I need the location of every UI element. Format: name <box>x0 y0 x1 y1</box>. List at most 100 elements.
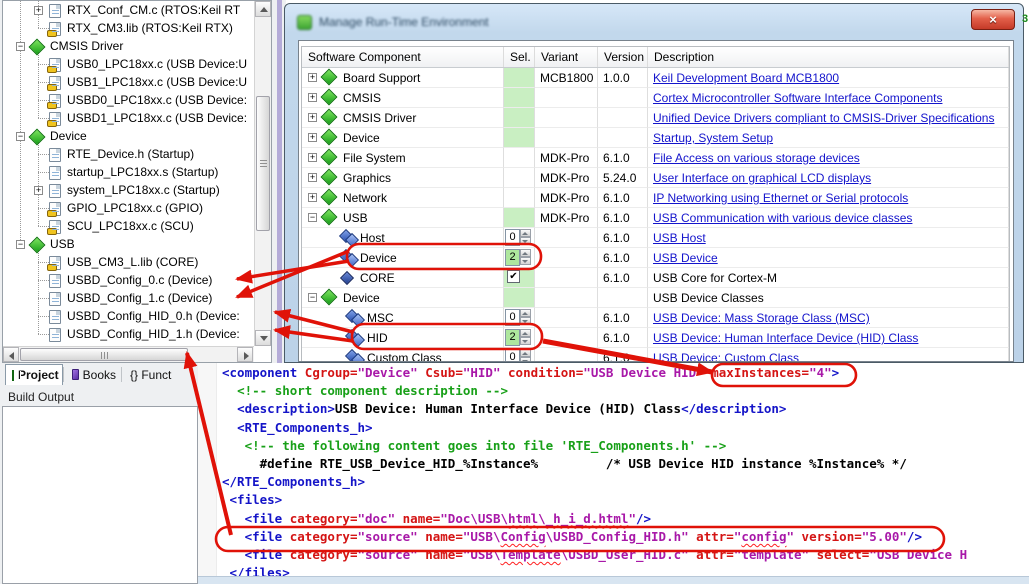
tree-item[interactable]: USB_CM3_L.lib (CORE) <box>3 254 256 272</box>
scroll-right-button[interactable] <box>237 347 253 362</box>
description-link[interactable]: USB Host <box>653 231 706 245</box>
scrollbar-thumb[interactable] <box>256 96 270 231</box>
build-output-panel[interactable] <box>2 406 198 584</box>
tab-books[interactable]: Books <box>66 364 122 385</box>
tree-item[interactable]: USBD_Config_0.c (Device) <box>3 272 256 290</box>
selection-cell[interactable] <box>504 208 535 228</box>
description-link[interactable]: Keil Development Board MCB1800 <box>653 71 839 85</box>
table-row[interactable]: +File SystemMDK-Pro6.1.0File Access on v… <box>302 148 1009 168</box>
selection-cell[interactable]: ✔ <box>504 268 535 288</box>
expand-icon[interactable]: + <box>308 173 317 182</box>
instance-spinner[interactable]: 2 <box>505 329 533 346</box>
description-link[interactable]: IP Networking using Ethernet or Serial p… <box>653 191 908 205</box>
instance-spinner[interactable]: 0 <box>505 309 533 326</box>
selection-cell[interactable] <box>504 108 535 128</box>
collapse-icon[interactable]: − <box>16 42 25 51</box>
select-checkbox[interactable]: ✔ <box>507 270 520 283</box>
table-row[interactable]: Device26.1.0USB Device <box>302 248 1009 268</box>
spinner-down-button[interactable] <box>520 357 531 361</box>
tree-item[interactable]: +RTX_Conf_CM.c (RTOS:Keil RT <box>3 2 256 20</box>
expand-icon[interactable]: + <box>308 153 317 162</box>
spinner-up-button[interactable] <box>520 309 531 317</box>
expand-icon[interactable]: + <box>34 6 43 15</box>
variant-cell[interactable]: MDK-Pro <box>535 148 598 168</box>
table-row[interactable]: Host06.1.0USB Host <box>302 228 1009 248</box>
scroll-down-button[interactable] <box>255 330 271 346</box>
tree-item[interactable]: USBD_Config_HID_1.h (Device: <box>3 326 256 344</box>
instance-spinner[interactable]: 0 <box>505 229 533 246</box>
tree-item[interactable]: USBD_Config_HID_0.h (Device: <box>3 308 256 326</box>
selection-cell[interactable]: 0 <box>504 348 535 361</box>
variant-cell[interactable] <box>535 128 598 148</box>
variant-cell[interactable]: MDK-Pro <box>535 168 598 188</box>
tree-horizontal-scrollbar[interactable] <box>3 346 254 362</box>
description-link[interactable]: USB Device: Custom Class <box>653 351 799 361</box>
selection-cell[interactable] <box>504 88 535 108</box>
tree-item[interactable]: USBD0_LPC18xx.c (USB Device: <box>3 92 256 110</box>
variant-cell[interactable] <box>535 348 598 361</box>
variant-cell[interactable]: MDK-Pro <box>535 188 598 208</box>
spinner-up-button[interactable] <box>520 329 531 337</box>
variant-cell[interactable] <box>535 328 598 348</box>
table-row[interactable]: Custom Class06.1.0USB Device: Custom Cla… <box>302 348 1009 361</box>
table-row[interactable]: +Board SupportMCB18001.0.0Keil Developme… <box>302 68 1009 88</box>
spinner-down-button[interactable] <box>520 257 531 265</box>
instance-spinner[interactable]: 0 <box>505 349 533 361</box>
variant-cell[interactable] <box>535 248 598 268</box>
table-row[interactable]: −DeviceUSB Device Classes <box>302 288 1009 308</box>
selection-cell[interactable] <box>504 168 535 188</box>
expand-icon[interactable]: + <box>308 73 317 82</box>
pdsc-xml-code[interactable]: <component Cgroup="Device" Csub="HID" co… <box>222 364 967 582</box>
scrollbar-thumb[interactable] <box>20 348 188 361</box>
variant-cell[interactable]: MDK-Pro <box>535 208 598 228</box>
selection-cell[interactable] <box>504 128 535 148</box>
tree-item[interactable]: −Device <box>3 128 256 146</box>
spinner-up-button[interactable] <box>520 249 531 257</box>
spinner-down-button[interactable] <box>520 317 531 325</box>
tab-project[interactable]: Project <box>5 364 63 385</box>
collapse-icon[interactable]: − <box>308 293 317 302</box>
tree-item[interactable]: RTX_CM3.lib (RTOS:Keil RTX) <box>3 20 256 38</box>
table-row[interactable]: CORE✔6.1.0USB Core for Cortex-M <box>302 268 1009 288</box>
table-row[interactable]: +GraphicsMDK-Pro5.24.0User Interface on … <box>302 168 1009 188</box>
variant-cell[interactable]: MCB1800 <box>535 68 598 88</box>
selection-cell[interactable]: 2 <box>504 248 535 268</box>
table-row[interactable]: +DeviceStartup, System Setup <box>302 128 1009 148</box>
variant-cell[interactable] <box>535 228 598 248</box>
variant-cell[interactable] <box>535 88 598 108</box>
collapse-icon[interactable]: − <box>16 240 25 249</box>
description-link[interactable]: User Interface on graphical LCD displays <box>653 171 871 185</box>
selection-cell[interactable]: 0 <box>504 308 535 328</box>
expand-icon[interactable]: + <box>308 193 317 202</box>
description-link[interactable]: File Access on various storage devices <box>653 151 860 165</box>
tree-item[interactable]: USBD_Config_1.c (Device) <box>3 290 256 308</box>
tree-vertical-scrollbar[interactable] <box>254 1 271 346</box>
expand-icon[interactable]: + <box>308 93 317 102</box>
description-link[interactable]: Startup, System Setup <box>653 131 773 145</box>
tree-item[interactable]: +system_LPC18xx.c (Startup) <box>3 182 256 200</box>
description-link[interactable]: Cortex Microcontroller Software Interfac… <box>653 91 942 105</box>
dialog-titlebar[interactable]: Manage Run-Time Environment <box>297 12 489 32</box>
collapse-icon[interactable]: − <box>308 213 317 222</box>
tree-item[interactable]: USB1_LPC18xx.c (USB Device:U <box>3 74 256 92</box>
instance-spinner[interactable]: 2 <box>505 249 533 266</box>
description-link[interactable]: USB Device: Mass Storage Class (MSC) <box>653 311 870 325</box>
selection-cell[interactable] <box>504 68 535 88</box>
variant-cell[interactable] <box>535 108 598 128</box>
tree-item[interactable]: −USB <box>3 236 256 254</box>
tab-funct[interactable]: {} Funct <box>124 364 198 385</box>
variant-cell[interactable] <box>535 268 598 288</box>
expand-icon[interactable]: + <box>34 186 43 195</box>
table-row[interactable]: HID26.1.0USB Device: Human Interface Dev… <box>302 328 1009 348</box>
tree-item[interactable]: RTE_Device.h (Startup) <box>3 146 256 164</box>
variant-cell[interactable] <box>535 308 598 328</box>
selection-cell[interactable]: 2 <box>504 328 535 348</box>
tree-item[interactable]: USB0_LPC18xx.c (USB Device:U <box>3 56 256 74</box>
selection-cell[interactable] <box>504 288 535 308</box>
table-row[interactable]: +NetworkMDK-Pro6.1.0IP Networking using … <box>302 188 1009 208</box>
spinner-up-button[interactable] <box>520 229 531 237</box>
spinner-up-button[interactable] <box>520 349 531 357</box>
tree-item[interactable]: USBD1_LPC18xx.c (USB Device: <box>3 110 256 128</box>
table-row[interactable]: +CMSISCortex Microcontroller Software In… <box>302 88 1009 108</box>
table-row[interactable]: +CMSIS DriverUnified Device Drivers comp… <box>302 108 1009 128</box>
